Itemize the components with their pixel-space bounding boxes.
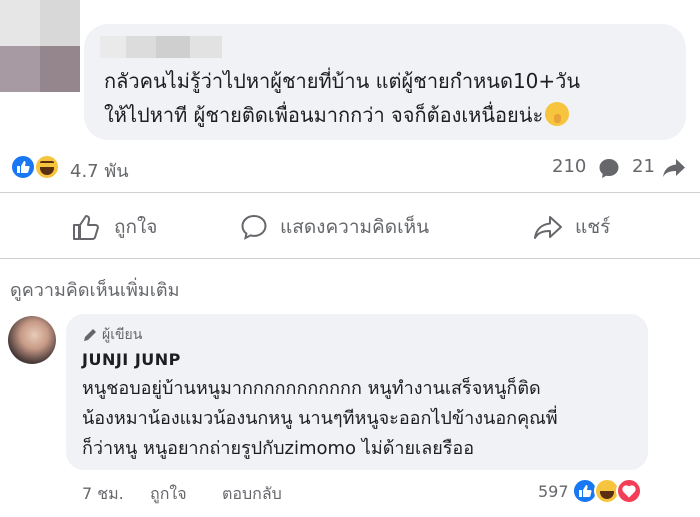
reaction-count[interactable]: 4.7 พัน xyxy=(70,156,129,185)
comment-count[interactable]: 210 xyxy=(552,156,586,177)
post-text-line-content: ให้ไปหาที ผู้ชายติดเพื่อนมากกว่า จจก็ต้อ… xyxy=(104,103,544,127)
love-icon xyxy=(616,478,642,504)
comment-text-line: น้องหมาน้องแมวน้องนกหนู นานๆทีหนูจะออกไป… xyxy=(82,408,558,429)
comment-timestamp[interactable]: 7 ชม. xyxy=(82,482,124,507)
pen-icon xyxy=(84,329,96,341)
share-icon xyxy=(534,216,562,239)
comment-button[interactable]: แสดงความคิดเห็น xyxy=(240,200,429,254)
comment-label: แสดงความคิดเห็น xyxy=(280,216,430,238)
view-more-comments-link[interactable]: ดูความคิดเห็นเพิ่มเติม xyxy=(10,275,179,304)
reaction-icons[interactable] xyxy=(10,154,66,182)
divider xyxy=(0,258,700,259)
like-label: ถูกใจ xyxy=(114,216,158,238)
post-text: กลัวคนไม่รู้ว่าไปหาผู้ชายที่บ้าน แต่ผู้ช… xyxy=(104,64,684,132)
post-comment-bubble: กลัวคนไม่รู้ว่าไปหาผู้ชายที่บ้าน แต่ผู้ช… xyxy=(84,24,686,140)
blurred-poster-avatar xyxy=(0,0,80,92)
thumbs-up-icon xyxy=(73,215,99,240)
comment-reply-button[interactable]: ตอบกลับ xyxy=(222,482,282,507)
author-badge-label: ผู้เขียน xyxy=(102,327,143,343)
divider xyxy=(0,192,700,193)
comment-text-line: หนูชอบอยู่บ้านหนูมากกกกกกกกกกก หนูทำงานเ… xyxy=(82,378,541,399)
pixelated-name xyxy=(100,36,222,58)
comment-reaction-count: 597 xyxy=(538,482,569,501)
comment-author-name[interactable]: JUNJI JUNP xyxy=(82,350,181,369)
comment-icon xyxy=(241,214,267,240)
post-text-line: กลัวคนไม่รู้ว่าไปหาผู้ชายที่บ้าน แต่ผู้ช… xyxy=(104,69,581,93)
like-icon xyxy=(10,154,36,180)
comment-bubble: ผู้เขียน JUNJI JUNP หนูชอบอยู่บ้านหนูมาก… xyxy=(66,314,648,470)
share-count[interactable]: 21 xyxy=(632,156,655,177)
comment-text-line: ก็ว่าหนู หนูอยากถ่ายรูปกับzimomo ไม่ด้าย… xyxy=(82,438,475,459)
comment-text: หนูชอบอยู่บ้านหนูมากกกกกกกกกกก หนูทำงานเ… xyxy=(82,374,642,464)
commenter-avatar[interactable] xyxy=(8,316,56,364)
author-badge: ผู้เขียน xyxy=(82,324,142,346)
comment-like-button[interactable]: ถูกใจ xyxy=(150,482,187,507)
reactions-summary: 4.7 พัน 210 21 xyxy=(10,150,690,186)
haha-icon xyxy=(34,154,60,180)
comment-count-icon xyxy=(599,159,619,178)
share-label: แชร์ xyxy=(575,216,611,238)
action-bar: ถูกใจ แสดงความคิดเห็น แชร์ xyxy=(0,200,700,254)
shushing-face-icon xyxy=(545,102,570,126)
like-button[interactable]: ถูกใจ xyxy=(72,200,157,254)
share-count-icon xyxy=(663,159,685,177)
share-button[interactable]: แชร์ xyxy=(533,200,610,254)
post-text-line: ให้ไปหาที ผู้ชายติดเพื่อนมากกว่า จจก็ต้อ… xyxy=(104,98,684,132)
